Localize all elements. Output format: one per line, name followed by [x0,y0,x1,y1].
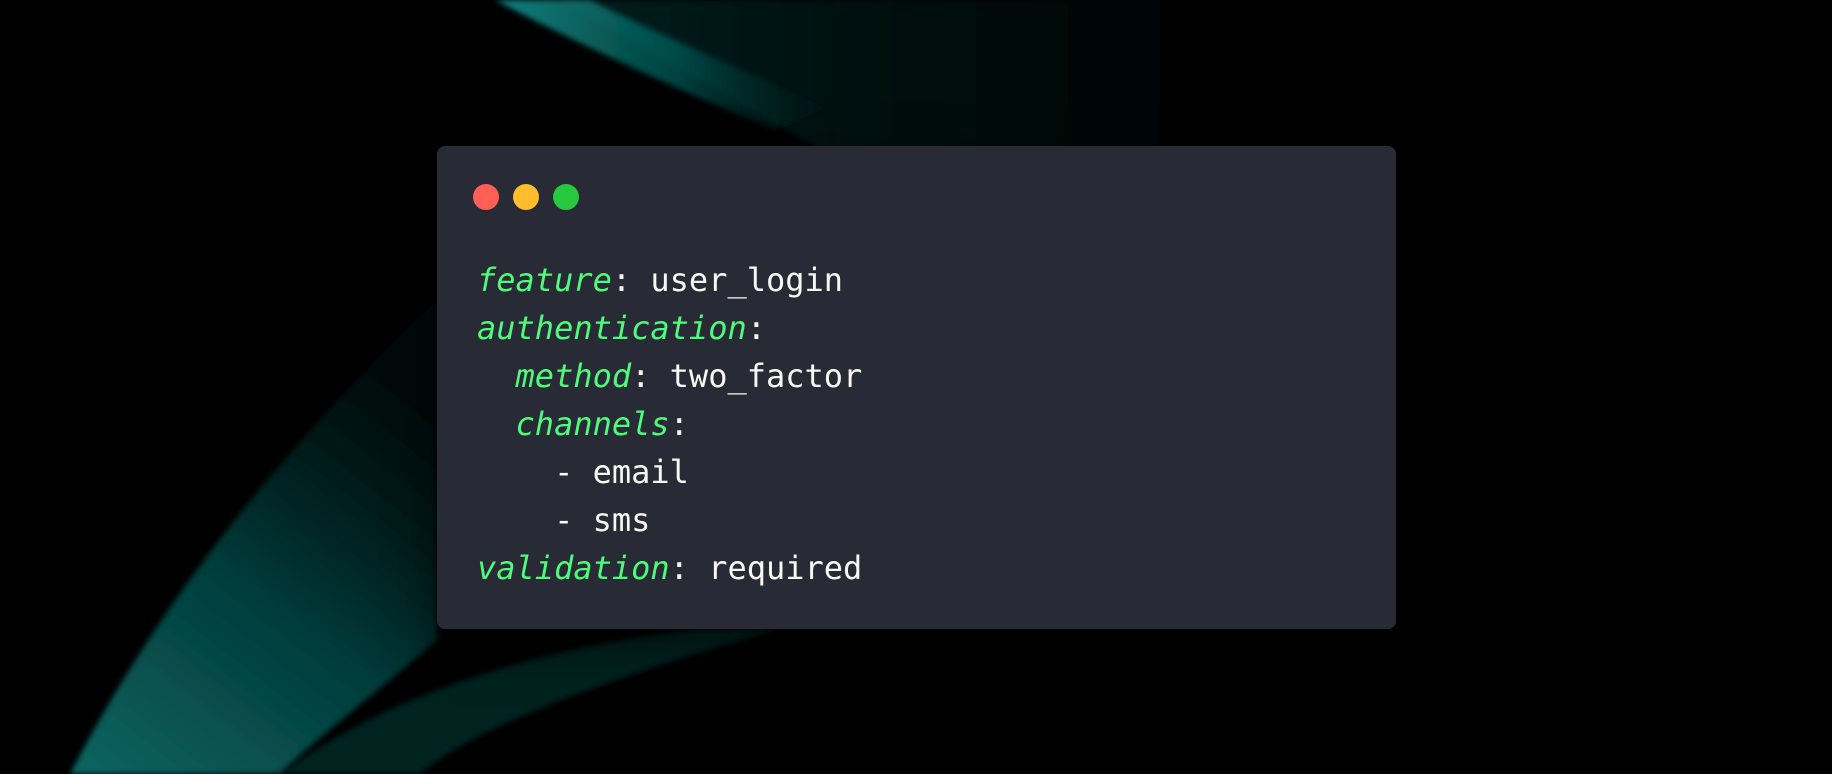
yaml-key: channels [515,405,670,443]
maximize-dot-icon[interactable] [553,184,579,210]
code-block: feature: user_login authentication: metho… [477,256,862,592]
code-window: feature: user_login authentication: metho… [437,146,1396,629]
code-line: authentication: [477,309,766,347]
yaml-list-item: - email [554,453,689,491]
close-dot-icon[interactable] [473,184,499,210]
yaml-value: user_login [631,261,844,299]
yaml-key: feature [477,261,612,299]
yaml-value: required [688,549,863,587]
code-line: method: two_factor [515,357,863,395]
yaml-key: validation [477,549,670,587]
code-line: channels: [515,405,689,443]
yaml-key: authentication [477,309,747,347]
code-line: - email [477,448,862,496]
window-controls [473,184,579,210]
code-line: - sms [477,496,862,544]
yaml-key: method [515,357,632,395]
code-line: validation: required [477,549,863,587]
yaml-value: two_factor [650,357,863,395]
code-line: feature: user_login [477,261,844,299]
minimize-dot-icon[interactable] [513,184,539,210]
yaml-list-item: - sms [554,501,651,539]
